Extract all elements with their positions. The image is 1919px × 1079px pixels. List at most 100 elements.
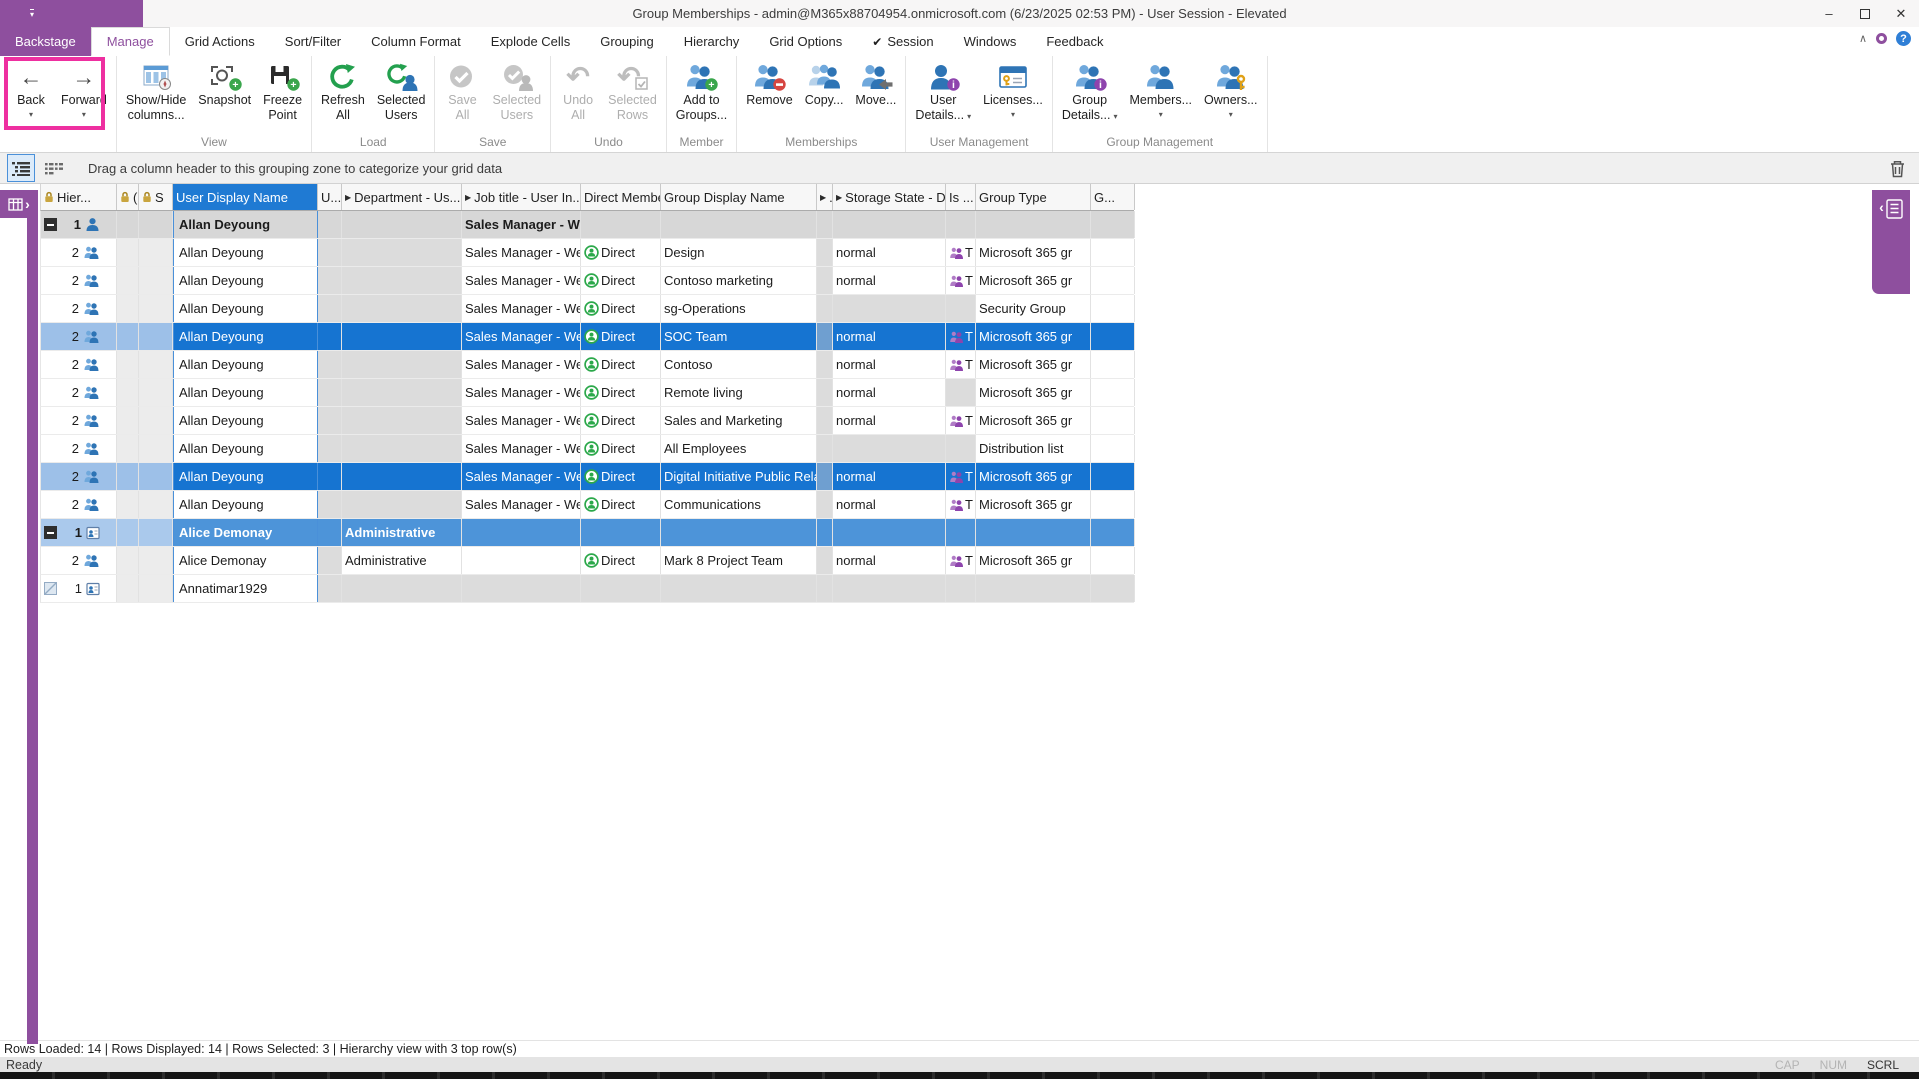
cell-hier[interactable]: 1 bbox=[41, 575, 117, 602]
cell-type[interactable]: Microsoft 365 gr bbox=[976, 463, 1091, 490]
cell-direct[interactable]: Direct bbox=[581, 407, 661, 434]
cell-dept[interactable] bbox=[342, 407, 462, 434]
cell-storage[interactable]: normal bbox=[833, 323, 946, 350]
cell-group[interactable]: Contoso bbox=[661, 351, 817, 378]
cell-type[interactable]: Microsoft 365 gr bbox=[976, 323, 1091, 350]
cell-job[interactable]: Sales Manager - We bbox=[462, 211, 581, 238]
grid-row-7[interactable]: 2Allan DeyoungSales Manager - WesDirectR… bbox=[40, 379, 1134, 407]
cell-tiny[interactable] bbox=[817, 239, 833, 266]
column-header-u[interactable]: U... bbox=[318, 184, 342, 210]
cell-tiny[interactable] bbox=[817, 323, 833, 350]
cell-direct[interactable] bbox=[581, 519, 661, 546]
cell-team[interactable] bbox=[946, 295, 976, 322]
forward-button[interactable]: →Forward▾ bbox=[55, 57, 113, 135]
cell-s[interactable] bbox=[139, 407, 173, 434]
cell-direct[interactable]: Direct bbox=[581, 547, 661, 574]
cell-name[interactable]: Allan Deyoung bbox=[173, 267, 318, 294]
cell-type[interactable]: Microsoft 365 gr bbox=[976, 379, 1091, 406]
cell-job[interactable]: Sales Manager - Wes bbox=[462, 379, 581, 406]
cell-group[interactable]: Digital Initiative Public Relation bbox=[661, 463, 817, 490]
cell-s[interactable] bbox=[139, 211, 173, 238]
load-selected-users-button[interactable]: SelectedUsers bbox=[371, 57, 432, 135]
cell-name[interactable]: Allan Deyoung bbox=[173, 295, 318, 322]
cell-direct[interactable]: Direct bbox=[581, 379, 661, 406]
cell-tiny[interactable] bbox=[817, 295, 833, 322]
cell-hier[interactable]: 2 bbox=[41, 463, 117, 490]
cell-storage[interactable]: normal bbox=[833, 407, 946, 434]
tab-grid-actions[interactable]: Grid Actions bbox=[170, 27, 270, 56]
cell-group[interactable]: Design bbox=[661, 239, 817, 266]
cell-type[interactable] bbox=[976, 519, 1091, 546]
tab-sort-filter[interactable]: Sort/Filter bbox=[270, 27, 356, 56]
cell-team[interactable] bbox=[946, 519, 976, 546]
cell-name[interactable]: Allan Deyoung bbox=[173, 351, 318, 378]
cell-storage[interactable]: normal bbox=[833, 239, 946, 266]
cell-dept[interactable] bbox=[342, 295, 462, 322]
cell-g[interactable] bbox=[1091, 463, 1135, 490]
cell-s[interactable] bbox=[139, 379, 173, 406]
minimize-button[interactable]: – bbox=[1811, 0, 1847, 27]
cell-g[interactable] bbox=[1091, 519, 1135, 546]
cell-name[interactable]: Allan Deyoung bbox=[173, 239, 318, 266]
cell-dept[interactable] bbox=[342, 435, 462, 462]
cell-team[interactable] bbox=[946, 435, 976, 462]
cell-u[interactable] bbox=[318, 323, 342, 350]
cell-u[interactable] bbox=[318, 463, 342, 490]
cell-hier[interactable]: 2 bbox=[41, 379, 117, 406]
cell-job[interactable]: Sales Manager - Wes bbox=[462, 295, 581, 322]
cell-storage[interactable] bbox=[833, 295, 946, 322]
cell-storage[interactable] bbox=[833, 211, 946, 238]
cell-s[interactable] bbox=[139, 323, 173, 350]
column-header-direct[interactable]: Direct Member bbox=[581, 184, 661, 210]
cell-s[interactable] bbox=[139, 575, 173, 602]
cell-team[interactable]: T bbox=[946, 351, 976, 378]
cell-dept[interactable]: Administrative bbox=[342, 519, 462, 546]
cell-u[interactable] bbox=[318, 575, 342, 602]
cell-s[interactable] bbox=[139, 463, 173, 490]
cell-type[interactable] bbox=[976, 575, 1091, 602]
cell-u[interactable] bbox=[318, 239, 342, 266]
tab-manage[interactable]: Manage bbox=[91, 27, 170, 56]
cell-team[interactable]: T bbox=[946, 463, 976, 490]
cell-team[interactable]: T bbox=[946, 491, 976, 518]
cell-lock2[interactable] bbox=[117, 239, 139, 266]
cell-name[interactable]: Allan Deyoung bbox=[173, 491, 318, 518]
cell-job[interactable]: Sales Manager - Wes bbox=[462, 351, 581, 378]
cell-job[interactable] bbox=[462, 519, 581, 546]
left-panel-tab[interactable]: › bbox=[0, 190, 38, 218]
cell-name[interactable]: Allan Deyoung bbox=[173, 463, 318, 490]
cell-group[interactable]: Sales and Marketing bbox=[661, 407, 817, 434]
tab-grouping[interactable]: Grouping bbox=[585, 27, 668, 56]
licenses-button[interactable]: Licenses...▾ bbox=[977, 57, 1049, 135]
quick-access-dropdown-icon[interactable]: ▾ bbox=[30, 9, 34, 19]
cell-lock2[interactable] bbox=[117, 519, 139, 546]
cell-direct[interactable] bbox=[581, 575, 661, 602]
cell-group[interactable]: Contoso marketing bbox=[661, 267, 817, 294]
column-header-name[interactable]: User Display Name bbox=[173, 184, 318, 210]
cell-job[interactable]: Sales Manager - Wes bbox=[462, 323, 581, 350]
add-to-groups-button[interactable]: +Add toGroups... bbox=[670, 57, 733, 135]
eye-icon[interactable] bbox=[1876, 33, 1887, 44]
cell-team[interactable] bbox=[946, 379, 976, 406]
column-header-storage[interactable]: ▶Storage State - D... bbox=[833, 184, 946, 210]
cell-u[interactable] bbox=[318, 491, 342, 518]
show-hide-columns-button[interactable]: Show/Hidecolumns... bbox=[120, 57, 192, 135]
cell-s[interactable] bbox=[139, 547, 173, 574]
cell-hier[interactable]: 1 bbox=[41, 211, 117, 238]
cell-tiny[interactable] bbox=[817, 575, 833, 602]
cell-type[interactable]: Microsoft 365 gr bbox=[976, 239, 1091, 266]
cell-s[interactable] bbox=[139, 239, 173, 266]
cell-name[interactable]: Allan Deyoung bbox=[173, 211, 318, 238]
cell-lock2[interactable] bbox=[117, 323, 139, 350]
cell-g[interactable] bbox=[1091, 211, 1135, 238]
cell-dept[interactable] bbox=[342, 239, 462, 266]
grid-row-12[interactable]: 1Alice DemonayAdministrative bbox=[40, 519, 1134, 547]
left-panel-strip[interactable] bbox=[27, 218, 38, 1044]
cell-job[interactable] bbox=[462, 547, 581, 574]
grid-row-5[interactable]: 2Allan DeyoungSales Manager - WesDirectS… bbox=[40, 323, 1134, 351]
tab-column-format[interactable]: Column Format bbox=[356, 27, 476, 56]
column-header-dept[interactable]: ▶Department - Us... bbox=[342, 184, 462, 210]
cell-dept[interactable] bbox=[342, 211, 462, 238]
cell-group[interactable]: Communications bbox=[661, 491, 817, 518]
cell-direct[interactable]: Direct bbox=[581, 323, 661, 350]
